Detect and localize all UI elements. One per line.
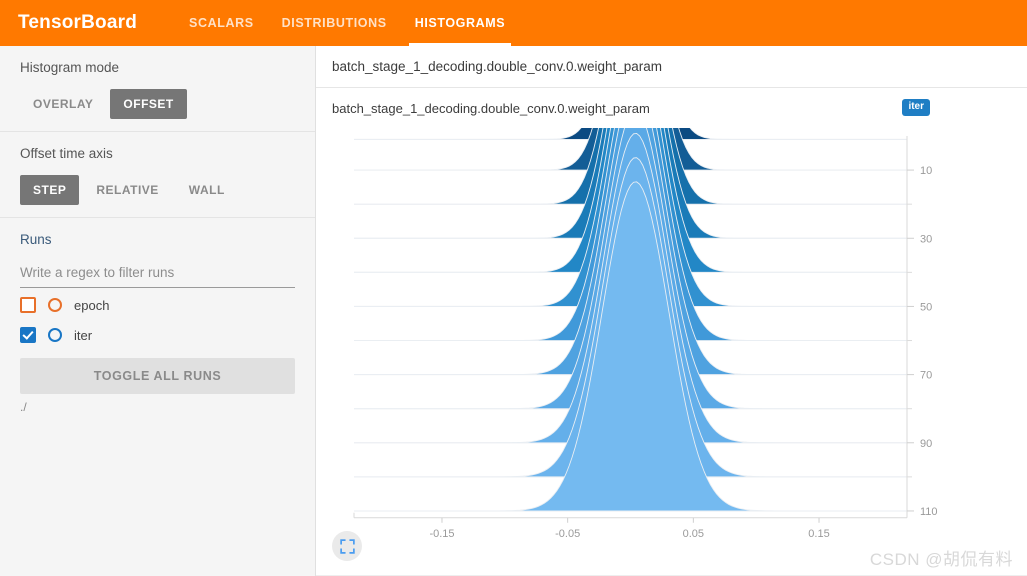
y-axis: 10 30 50 70 90 110 (906, 136, 938, 518)
sidebar: Histogram mode OVERLAY OFFSET Offset tim… (0, 46, 316, 576)
histogram-mode-title: Histogram mode (20, 60, 120, 75)
ridge-series (354, 128, 907, 512)
tab-distributions-label: DISTRIBUTIONS (281, 16, 387, 30)
time-axis-relative-button[interactable]: RELATIVE (83, 175, 171, 205)
time-axis-step-button[interactable]: STEP (20, 175, 80, 205)
x-tick-label: 0.15 (808, 528, 829, 540)
ridge-area (354, 181, 907, 512)
y-tick-label: 30 (920, 233, 932, 245)
runs-title: Runs (20, 232, 52, 247)
runs-path-label: ./ (20, 400, 27, 414)
y-tick-label: 70 (920, 370, 932, 382)
tab-scalars[interactable]: SCALARS (175, 0, 268, 46)
histogram-mode-overlay-button[interactable]: OVERLAY (20, 89, 106, 119)
offset-time-axis-section: Offset time axis STEP RELATIVE WALL (0, 132, 315, 218)
y-tick-label: 110 (920, 506, 938, 518)
run-checkbox-iter[interactable] (20, 327, 36, 343)
runs-filter-input[interactable] (20, 261, 295, 288)
x-axis: -0.15 -0.05 0.05 0.15 (353, 512, 907, 540)
x-tick-label: -0.05 (555, 528, 580, 540)
watermark: CSDN @胡侃有料 (869, 550, 1013, 569)
ridgeline-plot-svg: 10 30 50 70 90 110 -0.15 -0.05 0.05 0.15 (353, 128, 938, 540)
run-color-dot-epoch[interactable] (48, 298, 62, 312)
tag-group-header[interactable]: batch_stage_1_decoding.double_conv.0.wei… (316, 46, 1027, 88)
runs-section: Runs epoch iter TOGGLE ALL RUNS ./ (0, 218, 315, 426)
time-axis-wall-button[interactable]: WALL (176, 175, 238, 205)
fullscreen-glyph (339, 538, 355, 554)
tab-histograms-label: HISTOGRAMS (414, 16, 506, 30)
fullscreen-icon[interactable] (332, 531, 362, 561)
x-tick-label: 0.05 (683, 528, 704, 540)
tab-histograms[interactable]: HISTOGRAMS (401, 0, 520, 46)
histogram-card-title: batch_stage_1_decoding.double_conv.0.wei… (332, 100, 650, 116)
tab-scalars-label: SCALARS (189, 16, 254, 30)
histogram-card: batch_stage_1_decoding.double_conv.0.wei… (316, 88, 1027, 576)
toggle-all-runs-button[interactable]: TOGGLE ALL RUNS (20, 358, 295, 394)
histogram-mode-offset-button[interactable]: OFFSET (110, 89, 187, 119)
offset-time-axis-title: Offset time axis (20, 146, 113, 161)
histogram-mode-buttons: OVERLAY OFFSET (20, 89, 295, 119)
ridgeline-plot[interactable]: 10 30 50 70 90 110 -0.15 -0.05 0.05 0.15 (316, 128, 1027, 576)
run-label-epoch: epoch (74, 297, 110, 313)
tab-distributions[interactable]: DISTRIBUTIONS (268, 0, 401, 46)
top-navigation-bar: TensorBoard SCALARS DISTRIBUTIONS HISTOG… (0, 0, 1027, 46)
nav-tabs: SCALARS DISTRIBUTIONS HISTOGRAMS (175, 0, 519, 46)
y-tick-label: 90 (920, 438, 932, 450)
run-color-dot-iter[interactable] (48, 328, 62, 342)
offset-time-axis-buttons: STEP RELATIVE WALL (20, 175, 295, 205)
x-tick-label: -0.15 (429, 528, 454, 540)
main-content: batch_stage_1_decoding.double_conv.0.wei… (316, 46, 1027, 576)
run-label-iter: iter (74, 327, 93, 343)
run-item-epoch[interactable]: epoch (20, 292, 295, 318)
y-tick-label: 50 (920, 301, 932, 313)
run-item-iter[interactable]: iter (20, 322, 295, 348)
run-badge-iter: iter (902, 99, 930, 116)
histogram-mode-section: Histogram mode OVERLAY OFFSET (0, 46, 315, 132)
app-brand: TensorBoard (18, 12, 138, 33)
y-tick-label: 10 (920, 165, 932, 177)
run-checkbox-epoch[interactable] (20, 297, 36, 313)
tensorboard-app: TensorBoard SCALARS DISTRIBUTIONS HISTOG… (0, 0, 1027, 576)
tag-group-header-label: batch_stage_1_decoding.double_conv.0.wei… (332, 59, 662, 74)
histogram-card-header: batch_stage_1_decoding.double_conv.0.wei… (316, 88, 1027, 128)
